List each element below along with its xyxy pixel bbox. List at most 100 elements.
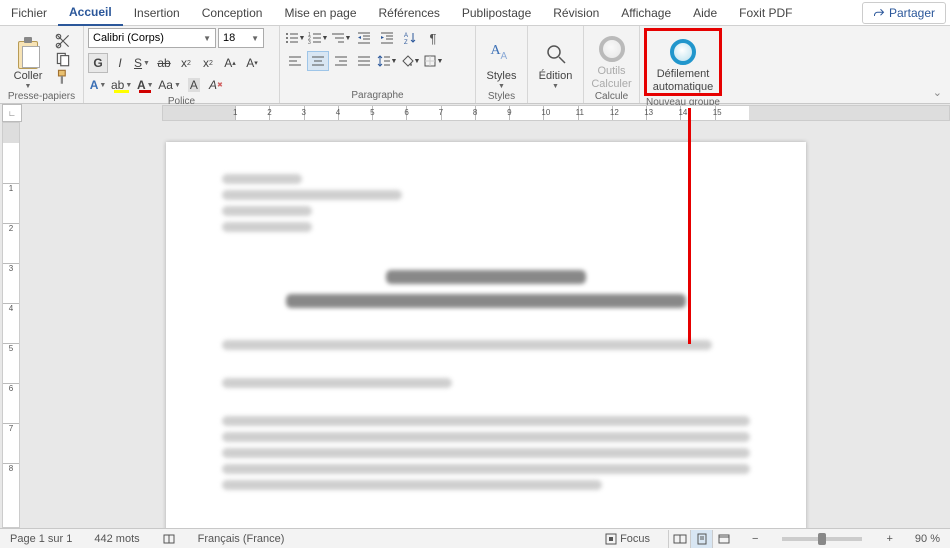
collapse-ribbon-button[interactable]: ⌄ — [933, 86, 942, 99]
zoom-slider[interactable] — [782, 537, 862, 541]
read-icon — [673, 533, 687, 545]
ribbon: Coller ▼ Presse-papiers Calibri (Corps)▼… — [0, 26, 950, 104]
print-layout-button[interactable] — [690, 530, 712, 548]
vertical-ruler[interactable]: 12345678 — [2, 122, 20, 528]
font-color-button[interactable]: A▼ — [135, 75, 155, 95]
autoscroll-button[interactable]: Défilement automatique — [647, 31, 719, 93]
paint-bucket-icon — [400, 54, 414, 68]
group-label-clipboard: Presse-papiers — [4, 90, 79, 104]
line-spacing-button[interactable]: ▼ — [376, 51, 398, 71]
borders-button[interactable]: ▼ — [422, 51, 444, 71]
sort-icon: AZ — [403, 31, 417, 45]
increase-indent-button[interactable] — [376, 28, 398, 48]
editing-button[interactable]: Édition ▼ — [532, 28, 579, 90]
shading-button[interactable]: ▼ — [399, 51, 421, 71]
strikethrough-button[interactable]: ab — [154, 53, 174, 73]
web-layout-button[interactable] — [712, 530, 734, 548]
zoom-out-button[interactable]: − — [748, 530, 762, 548]
autoscroll-highlight-box: Défilement automatique — [644, 28, 722, 96]
grow-font-button[interactable]: A▴ — [220, 53, 240, 73]
word-count[interactable]: 442 mots — [90, 530, 143, 548]
format-painter-button[interactable] — [54, 69, 72, 85]
horizontal-ruler-area: ∟ 123456789101112131415 — [0, 104, 950, 122]
align-center-button[interactable] — [307, 51, 329, 71]
tab-insertion[interactable]: Insertion — [123, 0, 191, 26]
tab-revision[interactable]: Révision — [542, 0, 610, 26]
bold-button[interactable]: G — [88, 53, 108, 73]
sort-button[interactable]: AZ — [399, 28, 421, 48]
line-spacing-icon — [377, 54, 391, 68]
read-mode-button[interactable] — [668, 530, 690, 548]
group-label-styles: Styles — [480, 90, 523, 104]
document-area[interactable]: 12345678 — [0, 122, 950, 528]
tab-miseenpage[interactable]: Mise en page — [273, 0, 367, 26]
underline-button[interactable]: S▼ — [132, 53, 152, 73]
paste-button[interactable]: Coller ▼ — [4, 28, 52, 90]
styles-button[interactable]: AA Styles ▼ — [480, 28, 523, 90]
tab-fichier[interactable]: Fichier — [0, 0, 58, 26]
share-button[interactable]: Partager — [862, 2, 946, 24]
ribbon-tabs: Fichier Accueil Insertion Conception Mis… — [0, 0, 950, 26]
text-effects-button[interactable]: A▼ — [88, 75, 108, 95]
multilevel-list-button[interactable]: ▼ — [330, 28, 352, 48]
ring-icon — [670, 39, 696, 65]
bullets-button[interactable]: ▼ — [284, 28, 306, 48]
numbering-button[interactable]: 123▼ — [307, 28, 329, 48]
spellcheck-button[interactable] — [158, 530, 180, 548]
page-count[interactable]: Page 1 sur 1 — [6, 530, 76, 548]
tab-selector[interactable]: ∟ — [2, 104, 22, 122]
justify-button[interactable] — [353, 51, 375, 71]
font-name-combo[interactable]: Calibri (Corps)▼ — [88, 28, 216, 48]
font-size-combo[interactable]: 18 ▼ — [218, 28, 264, 48]
styles-label: Styles — [487, 70, 517, 82]
outdent-icon — [357, 31, 371, 45]
share-icon — [873, 7, 885, 19]
copy-button[interactable] — [54, 51, 72, 67]
language-button[interactable]: Français (France) — [194, 530, 289, 548]
editing-label: Édition — [539, 70, 573, 82]
multilevel-icon — [331, 31, 345, 45]
font-size-value: 18 — [223, 32, 235, 44]
align-left-button[interactable] — [284, 51, 306, 71]
annotation-red-line — [688, 108, 691, 344]
svg-text:Z: Z — [404, 40, 408, 45]
tab-aide[interactable]: Aide — [682, 0, 728, 26]
tab-conception[interactable]: Conception — [191, 0, 274, 26]
tab-affichage[interactable]: Affichage — [610, 0, 682, 26]
zoom-thumb[interactable] — [818, 533, 826, 545]
web-icon — [718, 533, 730, 545]
calc-label1: Outils — [597, 65, 625, 77]
borders-icon — [423, 54, 437, 68]
font-name-value: Calibri (Corps) — [93, 32, 164, 44]
tab-publipostage[interactable]: Publipostage — [451, 0, 542, 26]
highlight-button[interactable]: ab▼ — [110, 75, 133, 95]
document-page[interactable] — [166, 142, 806, 528]
ring-icon — [599, 36, 625, 62]
clipboard-icon — [14, 37, 42, 71]
decrease-indent-button[interactable] — [353, 28, 375, 48]
scissors-icon — [54, 32, 72, 50]
italic-button[interactable]: I — [110, 53, 130, 73]
share-label: Partager — [889, 6, 935, 20]
tab-accueil[interactable]: Accueil — [58, 0, 123, 26]
paste-label: Coller — [14, 70, 43, 82]
tab-foxitpdf[interactable]: Foxit PDF — [728, 0, 803, 26]
change-case-button[interactable]: Aa▼ — [157, 75, 182, 95]
horizontal-ruler[interactable]: 123456789101112131415 — [24, 105, 950, 121]
zoom-in-button[interactable]: + — [882, 530, 896, 548]
zoom-percent[interactable]: 90 % — [911, 530, 944, 548]
superscript-button[interactable]: x2 — [198, 53, 218, 73]
numbering-icon: 123 — [308, 31, 322, 45]
cut-button[interactable] — [54, 33, 72, 49]
clear-formatting-button[interactable]: A✖ — [206, 75, 226, 95]
show-marks-button[interactable]: ¶ — [422, 28, 444, 48]
focus-mode-button[interactable]: Focus — [601, 530, 654, 548]
subscript-button[interactable]: x2 — [176, 53, 196, 73]
tab-references[interactable]: Références — [368, 0, 451, 26]
book-icon — [162, 532, 176, 546]
search-icon — [544, 42, 568, 66]
shrink-font-button[interactable]: A▾ — [242, 53, 262, 73]
char-shading-button[interactable]: A — [184, 75, 204, 95]
chevron-down-icon: ▼ — [251, 34, 259, 43]
align-right-button[interactable] — [330, 51, 352, 71]
